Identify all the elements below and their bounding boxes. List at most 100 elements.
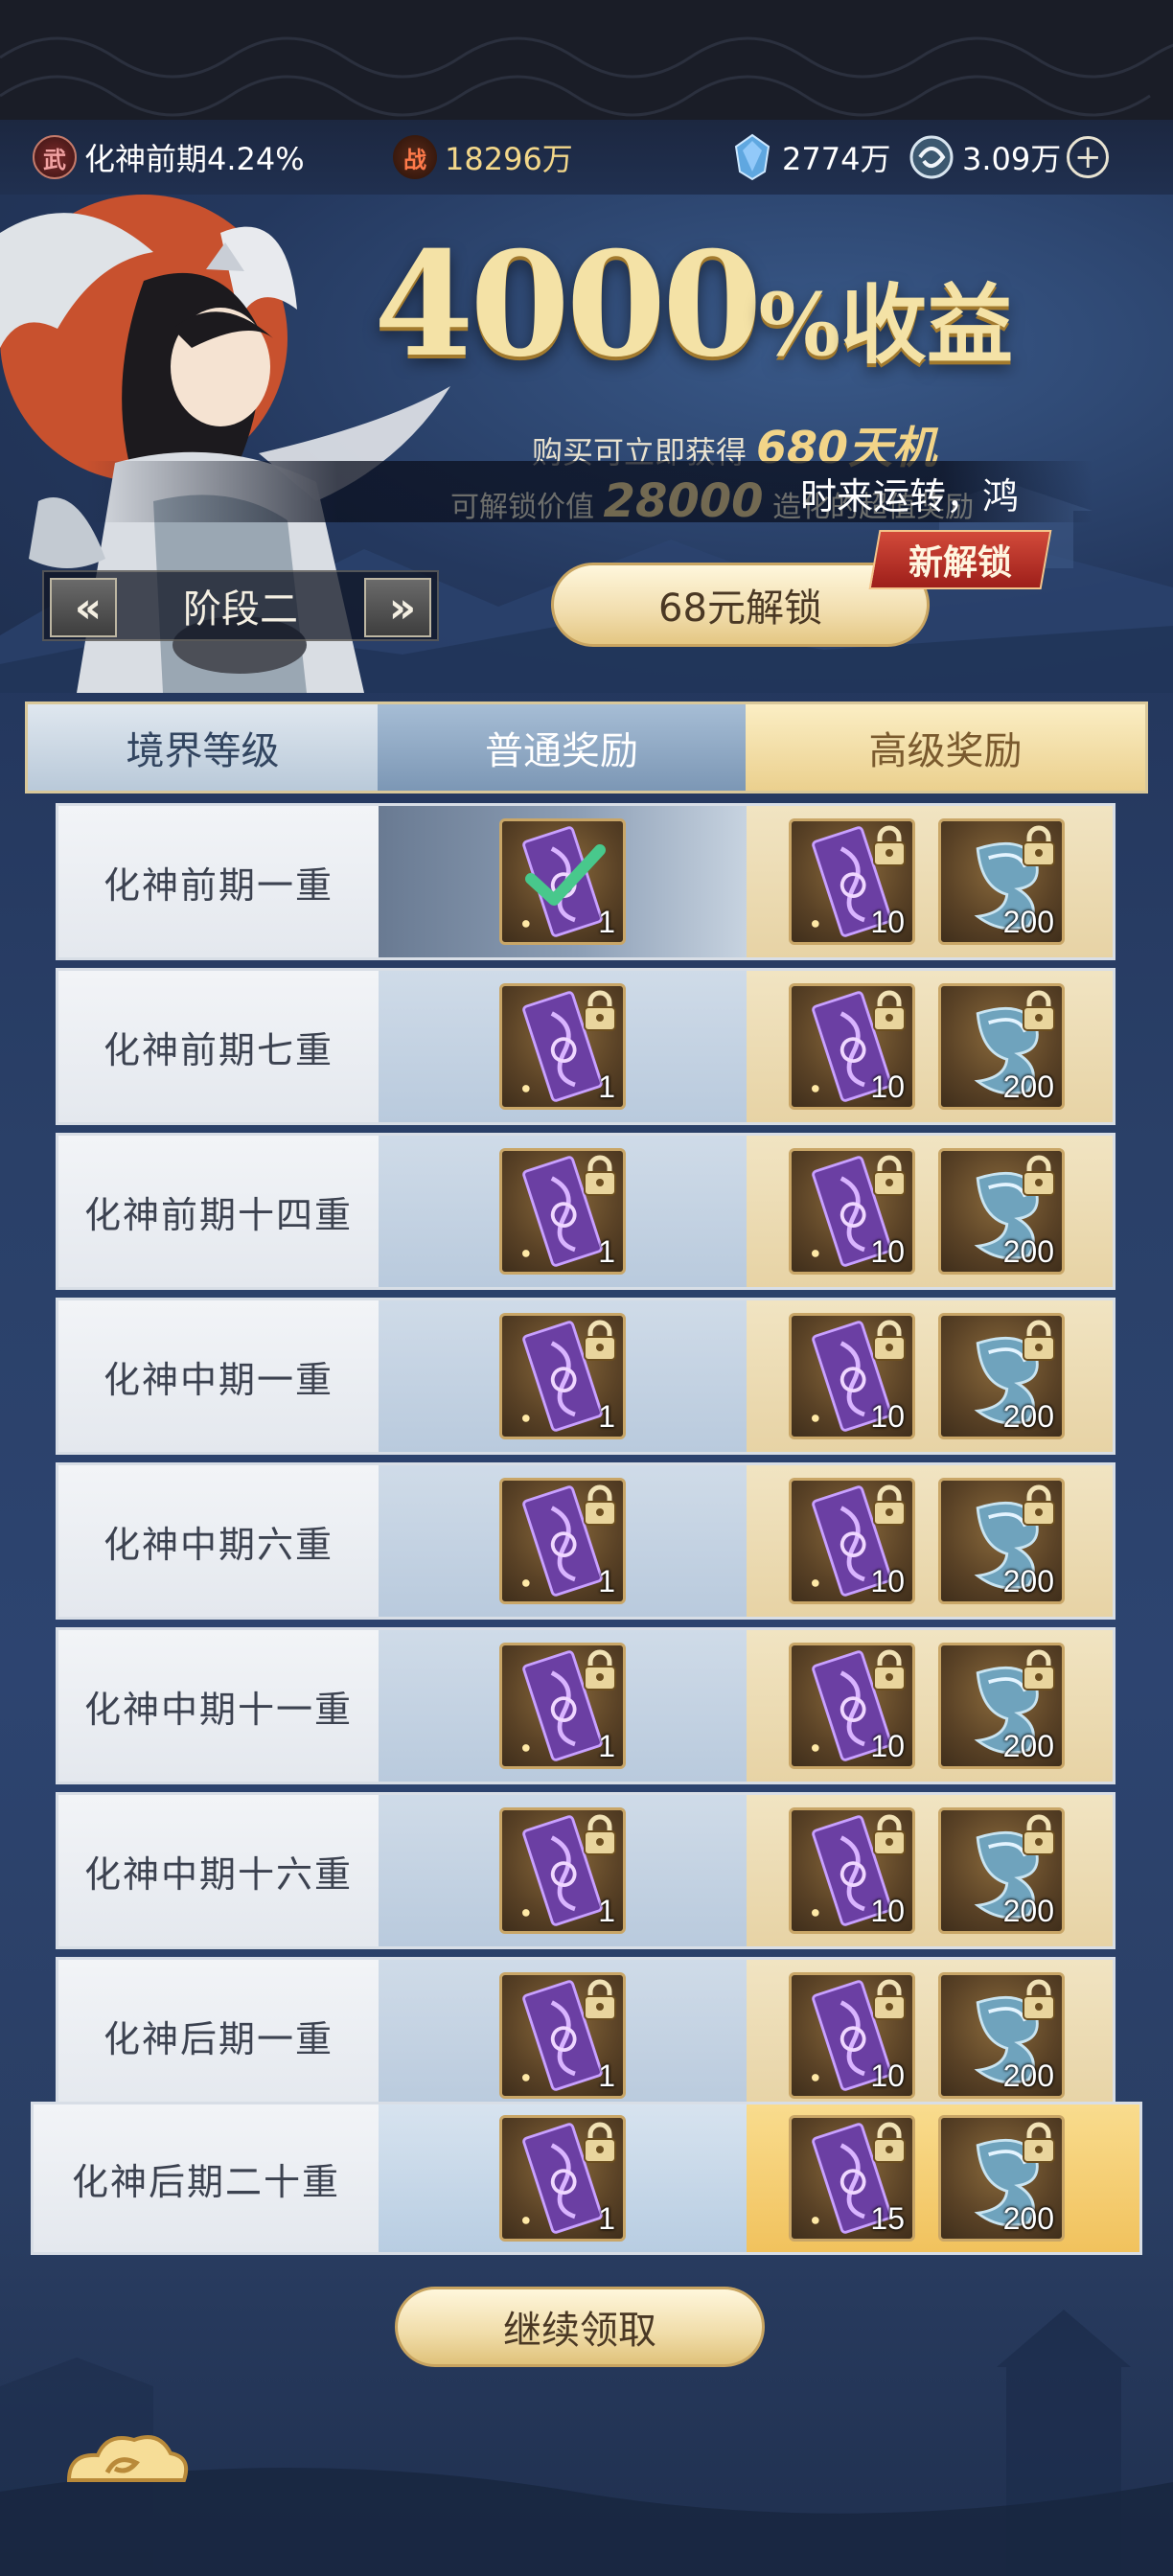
normal-reward-cell: 1 [379,1960,747,2111]
item-count: 1 [598,1564,615,1598]
add-currency-button[interactable]: + [1067,136,1110,178]
stage-selector: « 阶段二 » [42,570,439,641]
realm-text: 化神前期4.24% [84,141,305,177]
premium-reward-cell: 10 200 [747,1136,1113,1287]
normal-reward-cell: 1 [379,1136,747,1287]
purple-talisman-icon[interactable]: 1 [499,2115,626,2242]
jade-hook-icon[interactable]: 200 [938,1313,1065,1439]
realm-level-cell: 化神前期十四重 [58,1136,379,1287]
lock-icon [584,990,616,1031]
purple-talisman-icon[interactable]: 10 [789,818,915,945]
premium-reward-cell: 10 200 [747,806,1113,957]
lock-icon [584,1649,616,1690]
prev-stage-button[interactable]: « [50,578,117,637]
purple-talisman-icon[interactable]: 10 [789,1148,915,1275]
realm-level-cell: 化神前期七重 [58,971,379,1122]
premium-reward-cell: 10 200 [747,1960,1113,2111]
new-unlock-badge: 新解锁 [868,530,1052,589]
purple-talisman-icon[interactable]: 1 [499,1313,626,1439]
header-normal-reward: 普通奖励 [378,704,746,791]
jade-hook-icon[interactable]: 200 [938,818,1065,945]
purple-talisman-icon[interactable]: 10 [789,1478,915,1604]
normal-reward-cell: 1 [379,971,747,1122]
lock-icon [584,1155,616,1196]
purple-talisman-icon[interactable]: 1 [499,1643,626,1769]
item-count: 200 [1002,1894,1054,1928]
status-bar-area [0,0,1173,120]
headline-4000-percent: 4000%收益 [374,220,1014,389]
lock-icon [584,2122,616,2163]
currency2-indicator: 3.09万 + [908,131,1110,183]
realm-level-cell: 化神后期一重 [58,1960,379,2111]
hero-banner: 4000%收益 购买可立即获得 680天机 可解锁价值 28000 造化的超值奖励… [0,195,1173,693]
realm-level-cell: 化神中期六重 [58,1465,379,1617]
lock-icon [584,1484,616,1526]
item-count: 200 [1002,1399,1054,1434]
reward-row: 化神中期六重 1 10 200 [56,1462,1116,1620]
next-stage-button[interactable]: » [364,578,431,637]
premium-reward-cell: 10 200 [747,1465,1113,1617]
resource-bar: 武 化神前期4.24% 战 18296万 2774万 3.09万 + [0,120,1173,195]
purple-talisman-icon[interactable]: 15 [789,2115,915,2242]
item-count: 200 [1002,1234,1054,1269]
realm-level-cell: 化神中期十六重 [58,1795,379,1946]
jade-hook-icon[interactable]: 200 [938,1148,1065,1275]
purple-talisman-icon[interactable]: 10 [789,983,915,1110]
item-count: 200 [1002,1564,1054,1598]
lock-icon [873,1320,906,1361]
battle-power-icon: 战 [393,135,437,179]
item-count: 1 [598,1070,615,1104]
jade-hook-icon[interactable]: 200 [938,1643,1065,1769]
item-count: 200 [1002,1070,1054,1104]
currency1-text: 2774万 [782,141,891,177]
purple-talisman-icon[interactable]: 1 [499,1148,626,1275]
lock-icon [873,1649,906,1690]
item-count: 1 [598,2058,615,2093]
jade-hook-icon[interactable]: 200 [938,2115,1065,2242]
lock-icon [1023,1155,1055,1196]
item-count: 1 [598,1399,615,1434]
purple-talisman-icon[interactable]: 1 [499,983,626,1110]
jade-hook-icon[interactable]: 200 [938,983,1065,1110]
reward-table-header: 境界等级 普通奖励 高级奖励 [25,702,1148,794]
lock-icon [873,990,906,1031]
purple-talisman-icon[interactable]: 1 [499,1807,626,1934]
item-count: 10 [870,2058,905,2093]
jade-hook-icon[interactable]: 200 [938,1972,1065,2099]
purple-talisman-icon[interactable]: 10 [789,1643,915,1769]
purple-talisman-icon[interactable]: 1 [499,1972,626,2099]
realm-level-cell: 化神后期二十重 [34,2104,379,2252]
purple-talisman-icon[interactable]: 1 [499,818,626,945]
normal-reward-cell: 1 [379,1795,747,1946]
reward-row: 化神后期一重 1 10 200 [56,1957,1116,2114]
item-count: 1 [598,905,615,939]
lock-icon [1023,1814,1055,1855]
jade-hook-icon[interactable]: 200 [938,1807,1065,1934]
purple-talisman-icon[interactable]: 10 [789,1313,915,1439]
jade-hook-icon[interactable]: 200 [938,1478,1065,1604]
auspicious-cloud-icon[interactable] [59,2425,194,2501]
reward-row: 化神后期二十重 1 15 200 [31,2102,1142,2255]
lock-icon [1023,1979,1055,2020]
claimed-check-icon [525,844,606,906]
reward-row: 化神中期十一重 1 10 200 [56,1627,1116,1784]
blue-crystal-icon [734,133,770,181]
item-count: 10 [870,1399,905,1434]
normal-reward-cell: 1 [379,1630,747,1782]
item-count: 200 [1002,2058,1054,2093]
lock-icon [873,1979,906,2020]
lock-icon [1023,2122,1055,2163]
purple-talisman-icon[interactable]: 10 [789,1807,915,1934]
realm-indicator: 武 化神前期4.24% [33,131,305,183]
lock-icon [1023,1484,1055,1526]
normal-reward-cell: 1 [379,1300,747,1452]
stage-label: 阶段二 [183,587,298,632]
premium-reward-cell: 15 200 [747,2104,1139,2252]
purple-talisman-icon[interactable]: 10 [789,1972,915,2099]
header-premium-reward: 高级奖励 [746,704,1145,791]
continue-claim-button[interactable]: 继续领取 [395,2287,765,2367]
item-count: 10 [870,1894,905,1928]
item-count: 10 [870,1234,905,1269]
premium-reward-cell: 10 200 [747,1630,1113,1782]
purple-talisman-icon[interactable]: 1 [499,1478,626,1604]
